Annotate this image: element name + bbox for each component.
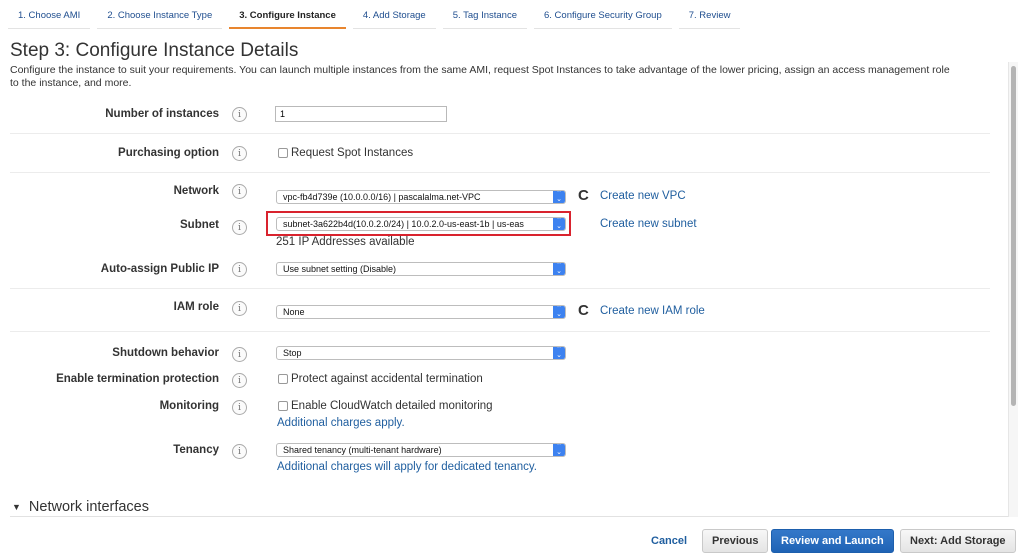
checkbox-box[interactable] xyxy=(278,374,288,384)
dedicated-tenancy-charges-link[interactable]: Additional charges will apply for dedica… xyxy=(277,461,537,473)
info-icon[interactable]: i xyxy=(232,262,247,277)
auto-assign-public-ip-value: Use subnet setting (Disable) xyxy=(283,264,397,274)
info-icon[interactable]: i xyxy=(232,184,247,199)
auto-assign-public-ip-label: Auto-assign Public IP xyxy=(100,263,219,275)
select-arrow-icon: ⌃ ⌄ xyxy=(553,263,565,275)
termination-protection-label: Enable termination protection xyxy=(56,373,219,385)
tab-choose-ami[interactable]: 1. Choose AMI xyxy=(8,0,91,29)
create-new-subnet-link[interactable]: Create new subnet xyxy=(600,218,697,230)
request-spot-instances-label: Request Spot Instances xyxy=(291,147,414,159)
network-label: Network xyxy=(173,185,219,197)
network-interfaces-toggle[interactable]: ▼ Network interfaces xyxy=(12,499,149,515)
info-icon[interactable]: i xyxy=(232,347,247,362)
select-arrow-icon: ⌃ ⌄ xyxy=(553,444,565,456)
checkbox-box[interactable] xyxy=(278,148,288,158)
shutdown-behavior-value: Stop xyxy=(283,348,302,358)
info-icon[interactable]: i xyxy=(232,373,247,388)
refresh-icon[interactable]: C xyxy=(578,188,589,203)
page-title: Step 3: Configure Instance Details xyxy=(10,40,299,61)
number-of-instances-label: Number of instances xyxy=(105,108,219,120)
divider xyxy=(10,288,990,289)
checkbox-box[interactable] xyxy=(278,401,288,411)
expand-triangle-icon: ▼ xyxy=(12,502,21,512)
info-icon[interactable]: i xyxy=(232,400,247,415)
divider xyxy=(10,331,990,332)
review-and-launch-button[interactable]: Review and Launch xyxy=(771,529,894,553)
next-add-storage-button[interactable]: Next: Add Storage xyxy=(900,529,1016,553)
iam-role-select[interactable]: None ⌃ ⌄ xyxy=(276,305,566,319)
info-icon[interactable]: i xyxy=(232,444,247,459)
page-description: Configure the instance to suit your requ… xyxy=(10,64,950,89)
tenancy-select[interactable]: Shared tenancy (multi-tenant hardware) ⌃… xyxy=(276,443,566,457)
create-new-iam-role-link[interactable]: Create new IAM role xyxy=(600,305,705,317)
subnet-select-value: subnet-3a622b4d(10.0.2.0/24) | 10.0.2.0-… xyxy=(283,219,524,229)
info-icon[interactable]: i xyxy=(232,107,247,122)
select-arrow-icon: ⌃ ⌄ xyxy=(553,347,565,359)
network-interfaces-heading: Network interfaces xyxy=(28,499,149,515)
tenancy-value: Shared tenancy (multi-tenant hardware) xyxy=(283,445,442,455)
tab-configure-instance[interactable]: 3. Configure Instance xyxy=(229,0,346,29)
tab-review[interactable]: 7. Review xyxy=(678,0,741,29)
auto-assign-public-ip-select[interactable]: Use subnet setting (Disable) ⌃ ⌄ xyxy=(276,262,566,276)
select-arrow-icon: ⌃ ⌄ xyxy=(553,191,565,203)
info-icon[interactable]: i xyxy=(232,220,247,235)
divider xyxy=(10,516,1008,517)
tab-choose-instance-type[interactable]: 2. Choose Instance Type xyxy=(97,0,223,29)
refresh-icon[interactable]: C xyxy=(578,303,589,318)
monitoring-label: Monitoring xyxy=(159,400,219,412)
iam-role-label: IAM role xyxy=(173,301,219,313)
cancel-button[interactable]: Cancel xyxy=(645,529,693,553)
tenancy-label: Tenancy xyxy=(173,444,219,456)
subnet-label: Subnet xyxy=(180,219,219,231)
termination-protection-checkbox[interactable]: Protect against accidental termination xyxy=(278,373,483,385)
select-arrow-icon: ⌃ ⌄ xyxy=(553,218,565,230)
shutdown-behavior-label: Shutdown behavior xyxy=(112,347,219,359)
create-new-vpc-link[interactable]: Create new VPC xyxy=(600,190,686,202)
subnet-select[interactable]: subnet-3a622b4d(10.0.2.0/24) | 10.0.2.0-… xyxy=(276,217,566,231)
tab-add-storage[interactable]: 4. Add Storage xyxy=(352,0,436,29)
divider xyxy=(10,133,990,134)
cloudwatch-monitoring-checkbox-label: Enable CloudWatch detailed monitoring xyxy=(291,400,493,412)
purchasing-option-label: Purchasing option xyxy=(118,147,219,159)
info-icon[interactable]: i xyxy=(232,301,247,316)
divider xyxy=(10,172,990,173)
info-icon[interactable]: i xyxy=(232,146,247,161)
network-select[interactable]: vpc-fb4d739e (10.0.0.0/16) | pascalalma.… xyxy=(276,190,566,204)
previous-button[interactable]: Previous xyxy=(702,529,769,553)
tab-tag-instance[interactable]: 5. Tag Instance xyxy=(442,0,527,29)
termination-protection-checkbox-label: Protect against accidental termination xyxy=(291,373,483,385)
iam-role-value: None xyxy=(283,307,305,317)
shutdown-behavior-select[interactable]: Stop ⌃ ⌄ xyxy=(276,346,566,360)
wizard-tabs: 1. Choose AMI 2. Choose Instance Type 3.… xyxy=(8,0,747,30)
scrollbar-thumb[interactable] xyxy=(1011,66,1016,406)
additional-charges-link[interactable]: Additional charges apply. xyxy=(277,417,405,429)
network-select-value: vpc-fb4d739e (10.0.0.0/16) | pascalalma.… xyxy=(283,192,481,202)
number-of-instances-input[interactable] xyxy=(275,106,447,122)
select-arrow-icon: ⌃ ⌄ xyxy=(553,306,565,318)
request-spot-instances-checkbox[interactable]: Request Spot Instances xyxy=(278,147,413,159)
tab-configure-security-group[interactable]: 6. Configure Security Group xyxy=(533,0,672,29)
cloudwatch-monitoring-checkbox[interactable]: Enable CloudWatch detailed monitoring xyxy=(278,400,493,412)
subnet-ip-availability: 251 IP Addresses available xyxy=(276,236,415,248)
